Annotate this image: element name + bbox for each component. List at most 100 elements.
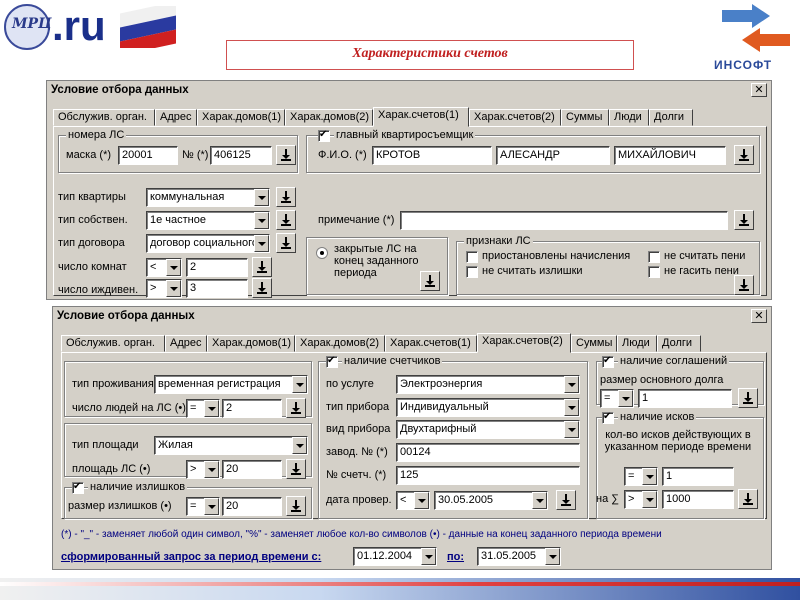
contract-select[interactable]: договор социального — [146, 234, 270, 253]
ls-numbers-title: номера ЛС — [66, 129, 127, 141]
agreements-title: наличие соглашений — [618, 355, 730, 367]
kind-select[interactable]: Двухтарифный — [396, 420, 580, 439]
rooms-input[interactable]: 2 — [186, 258, 248, 277]
period-from-select[interactable]: 01.12.2004 — [353, 547, 437, 566]
download-icon[interactable] — [734, 210, 754, 230]
download-icon[interactable] — [286, 496, 306, 516]
people-input[interactable]: 2 — [222, 399, 282, 418]
check-op-select[interactable]: < — [396, 491, 430, 510]
tab-debts[interactable]: Долги — [657, 335, 701, 352]
fio-first-input[interactable]: АЛЕСАНДР — [496, 146, 610, 165]
service-select[interactable]: Электроэнергия — [396, 375, 580, 394]
slide-title: Характеристики счетов — [352, 46, 508, 61]
ls-signs-title: признаки ЛС — [464, 235, 533, 247]
download-icon[interactable] — [252, 257, 272, 277]
window-title: Условие отбора данных — [53, 307, 771, 325]
note-input[interactable] — [400, 211, 728, 230]
tab-houses-2[interactable]: Харак.домов(2) — [295, 335, 385, 352]
surplus-checkbox[interactable] — [72, 481, 84, 494]
people-op-select[interactable]: = — [186, 399, 220, 418]
apt-type-select[interactable]: коммунальная — [146, 188, 270, 207]
sum-op-select[interactable]: > — [624, 490, 658, 509]
logo: МРЦ .ru — [0, 0, 180, 56]
download-icon[interactable] — [734, 275, 754, 295]
meter-input[interactable]: 125 — [396, 466, 580, 485]
period-label: сформированный запрос за период времени … — [61, 551, 322, 563]
download-icon[interactable] — [286, 398, 306, 418]
download-icon[interactable] — [276, 145, 296, 165]
sign-no-penalty-checkbox[interactable] — [648, 251, 660, 263]
tab-service-org[interactable]: Обслужив. орган. — [61, 335, 165, 352]
download-icon[interactable] — [738, 388, 758, 408]
period-to-select[interactable]: 31.05.2005 — [477, 547, 561, 566]
download-icon[interactable] — [276, 233, 296, 253]
fio-middle-input[interactable]: МИХАЙЛОВИЧ — [614, 146, 726, 165]
tab-houses-1[interactable]: Харак.домов(1) — [197, 109, 285, 126]
sign-suspended-label: приостановлены начисления — [482, 250, 631, 262]
surplus-input[interactable]: 20 — [222, 497, 282, 516]
close-button[interactable]: ✕ — [751, 309, 767, 323]
sum-input[interactable]: 1000 — [662, 490, 734, 509]
area-op-select[interactable]: > — [186, 460, 220, 479]
tab-sums[interactable]: Суммы — [561, 109, 609, 126]
tab-accounts-2[interactable]: Харак.счетов(2) — [469, 109, 561, 126]
check-date-select[interactable]: 30.05.2005 — [434, 491, 548, 510]
brand-logo: ИНСОФТ — [712, 0, 800, 76]
rooms-op-select[interactable]: < — [146, 258, 182, 277]
brand-name: ИНСОФТ — [714, 58, 773, 72]
tab-accounts-1[interactable]: Харак.счетов(1) — [385, 335, 477, 352]
tab-sums[interactable]: Суммы — [571, 335, 617, 352]
suits-input[interactable]: 1 — [662, 467, 734, 486]
download-icon[interactable] — [276, 210, 296, 230]
arrows-icon — [722, 4, 790, 52]
tab-people[interactable]: Люди — [609, 109, 649, 126]
number-input[interactable]: 406125 — [210, 146, 272, 165]
logo-text: МРЦ — [12, 16, 52, 32]
debt-op-select[interactable]: = — [600, 389, 634, 408]
download-icon[interactable] — [734, 145, 754, 165]
tab-houses-2[interactable]: Харак.домов(2) — [285, 109, 373, 126]
surplus-op-select[interactable]: = — [186, 497, 220, 516]
tab-houses-1[interactable]: Харак.домов(1) — [207, 335, 295, 352]
close-button[interactable]: ✕ — [751, 83, 767, 97]
residence-select[interactable]: временная регистрация — [154, 375, 308, 394]
area-type-select[interactable]: Жилая — [154, 436, 308, 455]
suits-op-select[interactable]: = — [624, 467, 658, 486]
agreements-checkbox[interactable] — [602, 355, 614, 368]
closed-ls-radio[interactable] — [316, 247, 328, 259]
residence-label: тип проживания — [72, 378, 154, 390]
ownership-select[interactable]: 1е частное — [146, 211, 270, 230]
download-icon[interactable] — [286, 459, 306, 479]
meters-checkbox[interactable] — [326, 355, 338, 368]
download-icon[interactable] — [252, 278, 272, 298]
tab-debts[interactable]: Долги — [649, 109, 693, 126]
fio-last-input[interactable]: КРОТОВ — [372, 146, 492, 165]
tab-address[interactable]: Адрес — [165, 335, 207, 352]
main-tenant-checkbox[interactable] — [318, 129, 330, 142]
download-icon[interactable] — [276, 187, 296, 207]
number-label: № (*) — [182, 149, 209, 161]
suits-checkbox[interactable] — [602, 411, 614, 424]
tab-accounts-2[interactable]: Харак.счетов(2) — [477, 333, 571, 353]
download-icon[interactable] — [420, 271, 440, 291]
download-icon[interactable] — [556, 490, 576, 510]
people-label: число людей на ЛС (•) — [72, 402, 186, 414]
factory-input[interactable]: 00124 — [396, 443, 580, 462]
tab-people[interactable]: Люди — [617, 335, 657, 352]
device-select[interactable]: Индивидуальный — [396, 398, 580, 417]
filter-window-1: Условие отбора данных ✕ Обслужив. орган.… — [46, 80, 772, 300]
sign-suspended-checkbox[interactable] — [466, 251, 478, 263]
sign-no-surplus-checkbox[interactable] — [466, 266, 478, 278]
download-icon[interactable] — [738, 489, 758, 509]
tab-service-org[interactable]: Обслужив. орган. — [53, 109, 155, 126]
dependents-op-select[interactable]: > — [146, 279, 182, 298]
suits-label: кол-во исков действующих в указанном пер… — [604, 429, 752, 453]
tab-accounts-1[interactable]: Харак.счетов(1) — [373, 107, 469, 127]
mask-input[interactable]: 20001 — [118, 146, 178, 165]
debt-input[interactable]: 1 — [638, 389, 732, 408]
sign-no-repay-checkbox[interactable] — [648, 266, 660, 278]
area-input[interactable]: 20 — [222, 460, 282, 479]
surplus-title: наличие излишков — [88, 481, 188, 493]
dependents-input[interactable]: 3 — [186, 279, 248, 298]
tab-address[interactable]: Адрес — [155, 109, 197, 126]
